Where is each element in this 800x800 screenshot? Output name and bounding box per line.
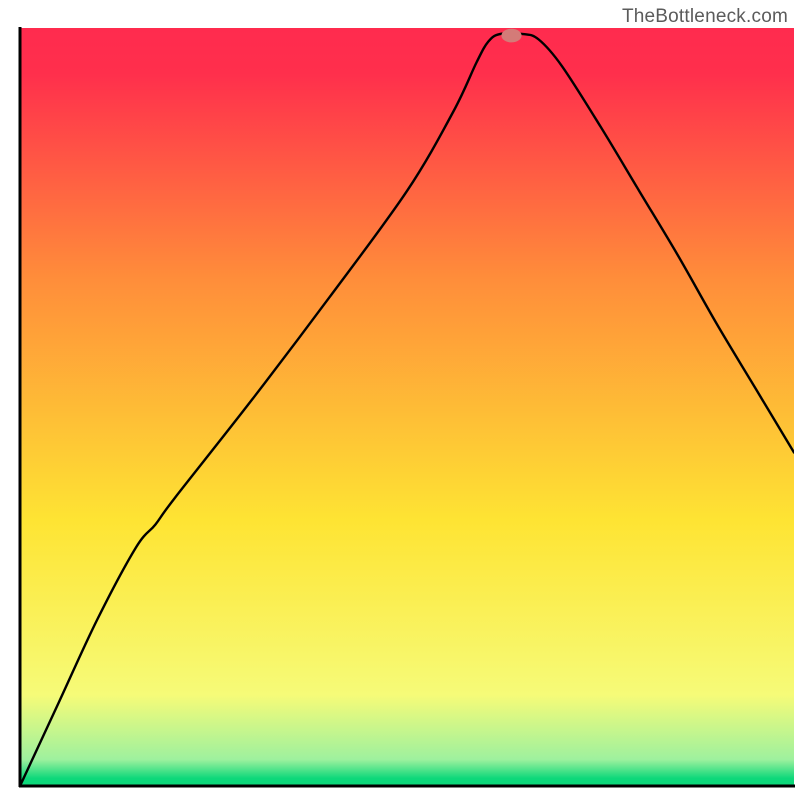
gradient-background: [20, 28, 794, 786]
watermark-text: TheBottleneck.com: [622, 6, 788, 28]
optimum-marker: [501, 29, 521, 43]
chart-container: TheBottleneck.com: [0, 0, 800, 800]
bottleneck-chart: [0, 0, 800, 800]
